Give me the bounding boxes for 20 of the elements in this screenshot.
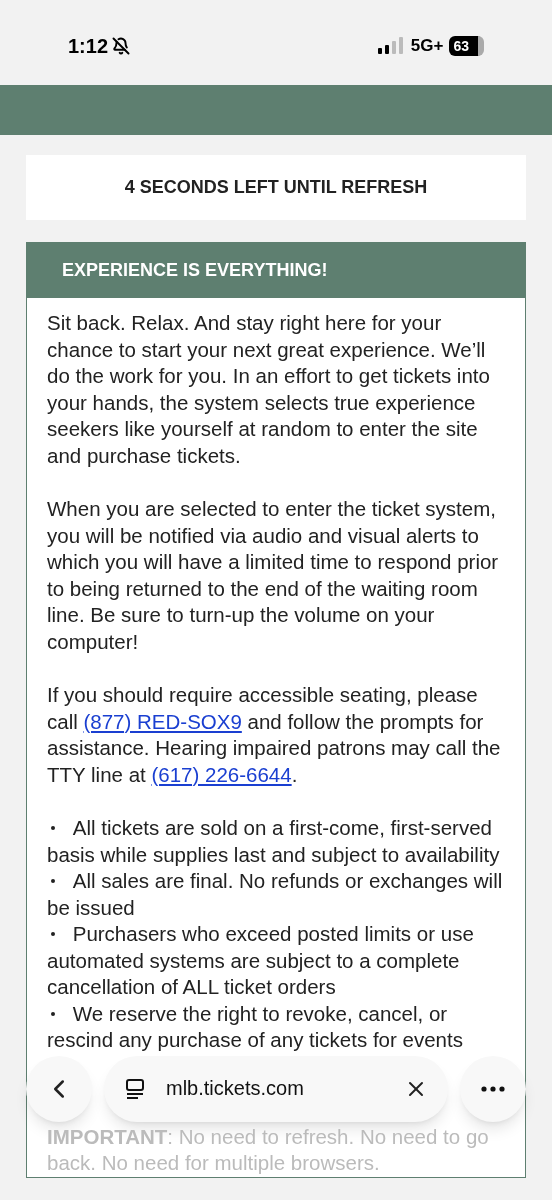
notice-text: IMPORTANT: No need to refresh. No need to go back. No need for multiple browsers. [47,1123,490,1176]
bullet-item: Purchasers who exceed posted limits or use automated systems are subject to a complete cancellation of ALL ticket orders [47,921,475,1000]
paragraph: Sit back. Relax. And stay right here for your chance to start your next great experience. We’ll do the work for you. In an effort to get tickets into your hands, the system selects true experience seekers like yourself at random to enter the site and purchase tickets. [47,310,491,469]
network-label: 5G+ [410,34,444,57]
phone-link[interactable]: (617) 226-6644 [151,762,292,786]
bullet-item: All sales are final. No refunds or exchanges will be issued [47,868,504,921]
phone-link[interactable]: (877) RED-SOX9 [83,709,242,733]
more-icon [481,1085,505,1092]
paragraph: If you should require accessible seating, please call (877) RED-SOX9 and follow the prompts for assistance. Hearing impaired patrons may call the TTY line at (617) 226-6644. [47,682,502,788]
url-text: mlb.tickets.com [166,1076,305,1102]
bullet-item: We reserve the right to revoke, cancel, or rescind any purchase of any tickets for events [47,1000,464,1053]
battery-indicator: 63 [449,35,484,56]
address-bar[interactable]: mlb.tickets.com [104,1055,448,1122]
bullet-item: All tickets are sold on a first-come, first-served basis while supplies last and subject to availability [47,815,501,868]
card-title: EXPERIENCE IS EVERYTHING! [27,243,525,298]
signal-icon [377,36,405,55]
status-time: 1:12 [68,33,109,59]
paragraph: When you are selected to enter the ticket system, you will be notified via audio and visual alerts to which you will have a limited time to respond prior to being returned to the end of the waiting room line. Be sure to turn-up the volume on your computer! [47,496,500,655]
page-icon [124,1077,146,1100]
countdown-banner: 4 SECONDS LEFT UNTIL REFRESH [26,155,526,220]
